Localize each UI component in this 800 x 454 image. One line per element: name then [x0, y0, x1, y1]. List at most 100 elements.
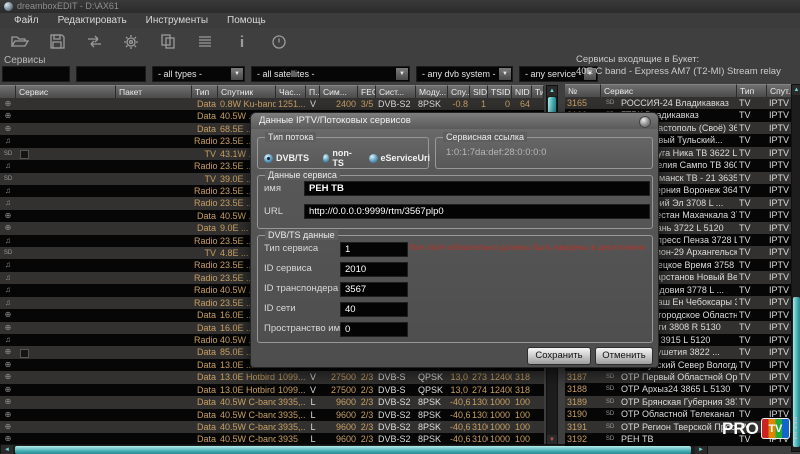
bouquet-table-header: №СервисТипСпут... — [565, 84, 792, 97]
type-filter-dropdown[interactable]: - all types - ▼ — [152, 66, 245, 82]
open-icon[interactable] — [9, 32, 31, 52]
radio-eserviceuri[interactable]: eServiceUri — [369, 153, 431, 163]
cell-type: Data — [192, 110, 218, 122]
cell-nid: 100 — [512, 421, 532, 433]
scroll-left-icon[interactable]: ◄ — [1, 445, 13, 454]
column-header-1[interactable]: Сервис — [16, 85, 116, 98]
radio-orb-icon[interactable] — [323, 154, 329, 163]
dialog-close-icon[interactable] — [639, 116, 651, 128]
bouquet-row[interactable]: 3189SDОТР Брянская Губерния 387...TVIPTV — [565, 396, 792, 408]
cell-package — [116, 396, 192, 408]
window-titlebar[interactable]: dreamboxEDIT - D:\AX61 — [0, 0, 800, 13]
dvb-field-input-4[interactable] — [340, 322, 408, 337]
info-icon[interactable] — [231, 32, 253, 52]
save-button[interactable]: Сохранить — [527, 347, 591, 365]
cell-system: IPTV — [767, 222, 792, 234]
column-header-10[interactable]: Моду... — [416, 85, 448, 98]
dvb-field-input-3[interactable] — [340, 302, 408, 317]
cancel-button[interactable]: Отменить — [595, 347, 653, 365]
watermark-pro-text: PRO — [722, 419, 759, 439]
service-row[interactable]: ⊕Data13.0E Hotbird ...1099...V275002/3DV… — [0, 371, 544, 383]
cell-system: IPTV — [767, 159, 792, 171]
scroll-up-icon[interactable]: ▲ — [792, 85, 800, 95]
service-name-input[interactable] — [304, 181, 650, 196]
about-icon[interactable] — [268, 32, 290, 52]
column-header-12[interactable]: SID — [470, 85, 488, 98]
column-header-15[interactable]: Тип — [532, 85, 544, 98]
bouquet-row[interactable]: 3165SDРОССИЯ-24 ВладикавказTVIPTV — [565, 97, 792, 109]
cell-type: Data — [192, 309, 218, 321]
cell-package — [116, 197, 192, 209]
column-header-3[interactable]: Тип — [192, 85, 218, 98]
dvb-field-input-1[interactable] — [340, 262, 408, 277]
chevron-down-icon[interactable]: ▼ — [396, 68, 408, 80]
cell-type: TV — [737, 197, 767, 209]
cell-type2 — [532, 396, 544, 408]
cell-type2 — [532, 98, 544, 110]
save-icon[interactable] — [46, 32, 68, 52]
column-header-6[interactable]: П... — [306, 85, 320, 98]
cell-system: DVB-S2 — [376, 396, 416, 408]
cell-satellite: 40.5W C-band ... — [218, 421, 276, 433]
transfer-icon[interactable] — [83, 32, 105, 52]
settings-icon[interactable] — [120, 32, 142, 52]
chevron-down-icon[interactable]: ▼ — [499, 68, 511, 80]
dvb-field-input-0[interactable] — [340, 242, 408, 257]
service-filter-input[interactable] — [2, 66, 70, 82]
cell-type: TV — [737, 383, 767, 395]
radio-dvbts[interactable]: DVB/TS — [264, 153, 309, 163]
column-header-5[interactable]: Час... — [276, 85, 306, 98]
cell-system: IPTV — [767, 234, 792, 246]
service-row[interactable]: ⊕Data0.8W Ku-band ...1251...V24003/5DVB-… — [0, 98, 544, 110]
column-header-9[interactable]: Сист... — [376, 85, 416, 98]
cell-package — [116, 222, 192, 234]
tv-service-icon: SD — [0, 173, 16, 185]
service-row[interactable]: ⊕Data13.0E Hotbird ...1099...V275002/3DV… — [0, 384, 544, 396]
scroll-up-icon[interactable]: ▲ — [547, 86, 557, 96]
bouquet-row[interactable]: 3188SDОТР Архыз24 3865 L 5130TVIPTV — [565, 383, 792, 395]
dvb-system-filter-dropdown[interactable]: - any dvb system - ▼ — [416, 66, 513, 82]
cell-system: DVB-S — [376, 384, 416, 396]
menu-tools[interactable]: Инструменты — [146, 13, 208, 28]
bouquet-vscrollbar[interactable]: ▲ — [791, 84, 800, 452]
menu-help[interactable]: Помощь — [227, 13, 266, 28]
list-icon[interactable] — [194, 32, 216, 52]
column-header-7[interactable]: Сим... — [320, 85, 358, 98]
cell-system: IPTV — [767, 147, 792, 159]
column-header-0[interactable] — [0, 85, 16, 98]
dialog-titlebar[interactable]: Данные IPTV/Потоковых сервисов — [251, 113, 658, 129]
watermark-tv-logo: TV — [761, 418, 790, 439]
radio-orb-icon[interactable] — [369, 154, 378, 163]
service-row[interactable]: ⊕Data40.5W C-band ...3935,...L96002/3DVB… — [0, 421, 544, 433]
column-header-4[interactable]: Спутник — [218, 85, 276, 98]
column-header-13[interactable]: TSID — [488, 85, 512, 98]
cell-service — [16, 123, 116, 135]
dvb-field-input-2[interactable] — [340, 282, 408, 297]
cell-service-name: ОТР Первый Областной Ор... — [619, 371, 737, 383]
column-header-2[interactable]: Тип — [737, 84, 767, 97]
column-header-1[interactable]: Сервис — [601, 84, 737, 97]
package-filter-input[interactable] — [76, 66, 146, 82]
radio-nonts[interactable]: non-TS — [323, 148, 355, 168]
services-hscroll-thumb[interactable] — [15, 446, 691, 454]
column-header-3[interactable]: Спут... — [767, 84, 792, 97]
cell-tsid: 1000 — [488, 409, 512, 421]
service-url-input[interactable] — [304, 204, 650, 219]
service-row[interactable]: ⊕Data40.5W C-band ...3935,...L96002/3DVB… — [0, 409, 544, 421]
cell-package — [116, 148, 192, 160]
copy-icon[interactable] — [157, 32, 179, 52]
menu-edit[interactable]: Редактировать — [58, 13, 127, 28]
bouquet-row[interactable]: 3187SDОТР Первый Областной Ор...TVIPTV — [565, 371, 792, 383]
cell-service-name: ОТР Архыз24 3865 L 5130 — [619, 383, 737, 395]
radio-orb-icon[interactable] — [264, 154, 273, 163]
chevron-down-icon[interactable]: ▼ — [231, 68, 243, 80]
satellite-filter-dropdown[interactable]: - all satellites - ▼ — [251, 66, 410, 82]
column-header-0[interactable]: № — [565, 84, 601, 97]
scroll-right-icon[interactable]: ► — [695, 445, 707, 454]
service-row[interactable]: ⊕Data40.5W C-band ...3935,...L96002/3DVB… — [0, 396, 544, 408]
menu-file[interactable]: Файл — [14, 13, 39, 28]
column-header-14[interactable]: NID — [512, 85, 532, 98]
column-header-11[interactable]: Спу... — [448, 85, 470, 98]
column-header-8[interactable]: FEC — [358, 85, 376, 98]
column-header-2[interactable]: Пакет — [116, 85, 192, 98]
